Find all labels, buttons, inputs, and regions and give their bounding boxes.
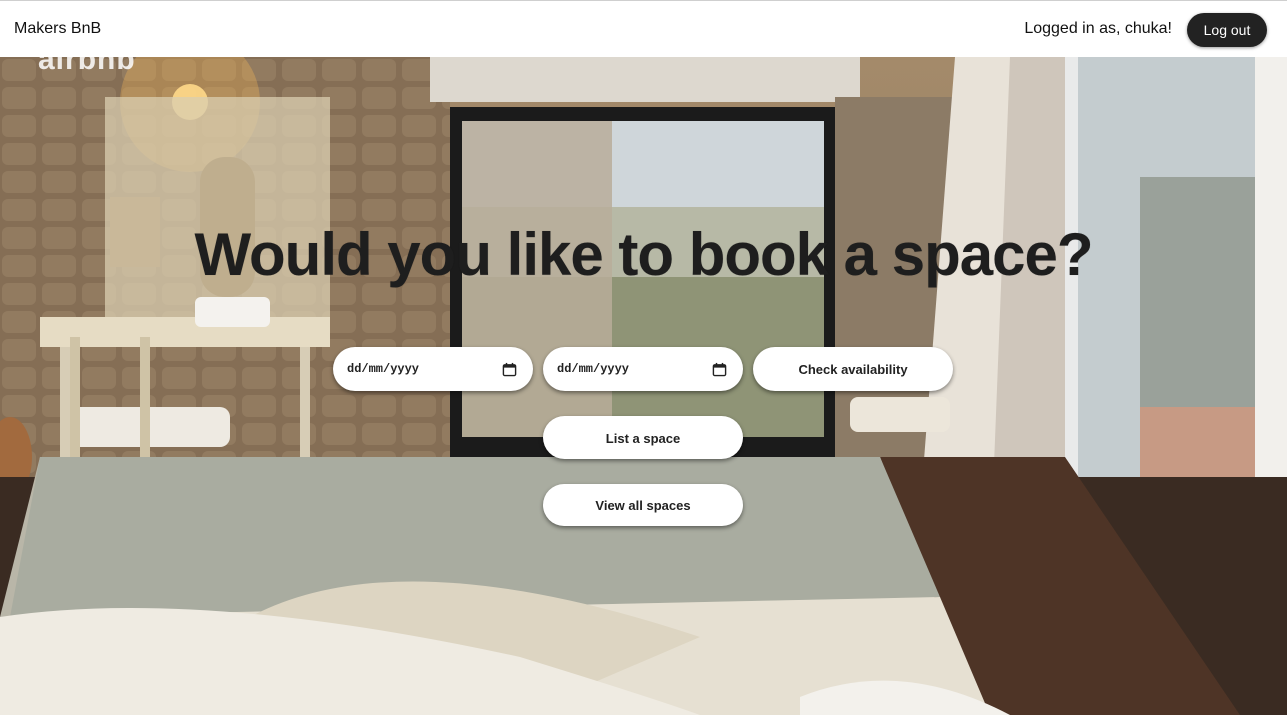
hero-section: airbnb Would you like to book a space? d… xyxy=(0,57,1287,715)
check-out-placeholder: dd/mm/yyyy xyxy=(557,362,630,376)
user-greeting: Logged in as, chuka! xyxy=(1024,20,1172,37)
view-all-spaces-button[interactable]: View all spaces xyxy=(543,484,743,526)
airbnb-logo: airbnb xyxy=(38,57,136,76)
hero-headline: Would you like to book a space? xyxy=(194,221,1093,288)
check-availability-button[interactable]: Check availability xyxy=(753,347,953,391)
calendar-icon[interactable] xyxy=(712,362,727,377)
check-out-date-input[interactable]: dd/mm/yyyy xyxy=(543,347,743,391)
logout-button[interactable]: Log out xyxy=(1187,13,1267,47)
brand-title[interactable]: Makers BnB xyxy=(14,20,101,38)
calendar-icon[interactable] xyxy=(502,362,517,377)
list-space-button[interactable]: List a space xyxy=(543,416,743,459)
navbar: Makers BnB Logged in as, chuka! Log out xyxy=(0,1,1287,57)
check-in-date-input[interactable]: dd/mm/yyyy xyxy=(333,347,533,391)
check-in-placeholder: dd/mm/yyyy xyxy=(347,362,420,376)
